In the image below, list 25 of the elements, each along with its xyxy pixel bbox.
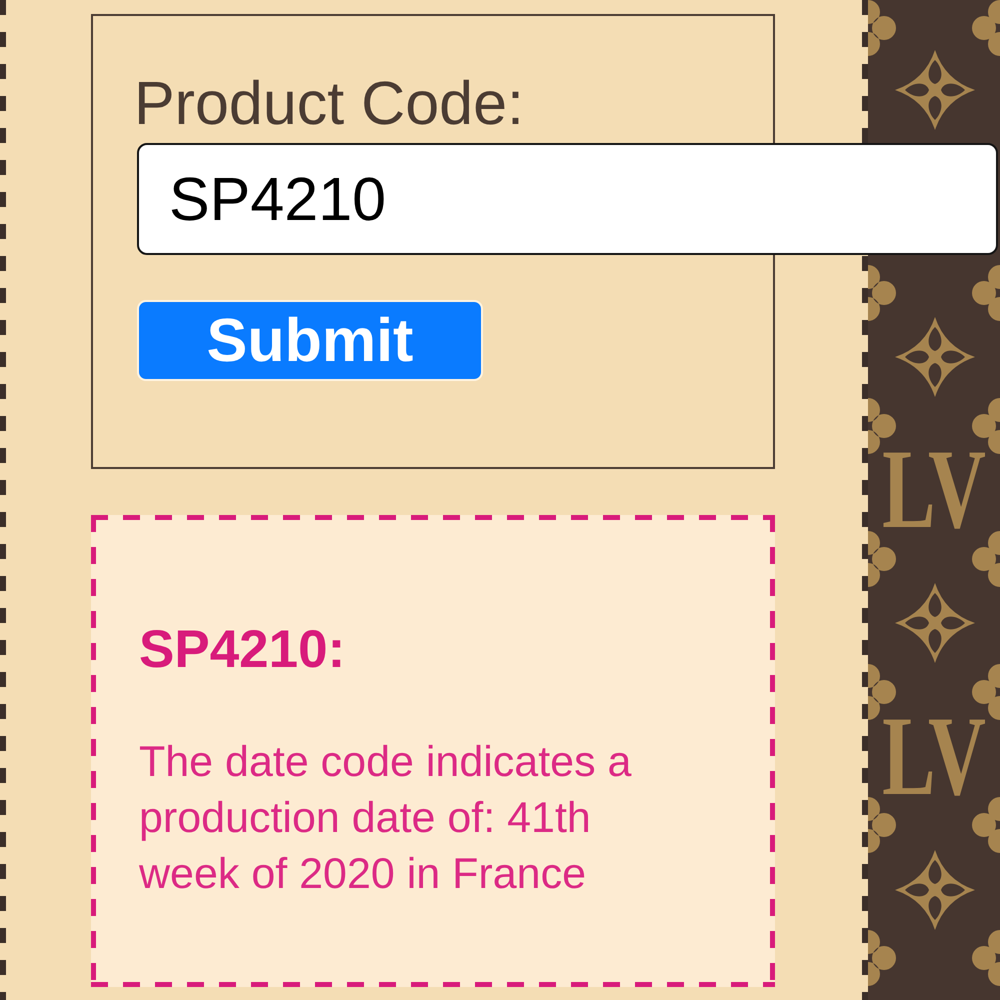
result-heading: SP4210: (139, 619, 346, 680)
star-flower-icon (895, 50, 975, 130)
flower-icon (972, 797, 1000, 853)
star-flower-icon (895, 317, 975, 397)
star-flower-icon (895, 850, 975, 930)
flower-icon (972, 531, 1000, 587)
flower-icon (972, 0, 1000, 56)
flower-icon (972, 664, 1000, 720)
monogram-text: LV (882, 450, 986, 530)
flower-icon (868, 930, 896, 986)
code-input-field[interactable]: SP4210 (137, 143, 998, 255)
flower-icon (972, 398, 1000, 454)
submit-button[interactable]: Submit (137, 300, 483, 381)
flower-icon (868, 398, 896, 454)
flower-icon (868, 531, 896, 587)
flower-icon (868, 0, 896, 56)
result-text: The date code indicates a production date of: 41th week of 2020 in France (139, 737, 632, 900)
flower-icon (868, 797, 896, 853)
flower-icon (868, 664, 896, 720)
monogram-text: LV (882, 717, 986, 797)
flower-icon (868, 265, 896, 321)
flower-icon (972, 930, 1000, 986)
flower-icon (972, 265, 1000, 321)
star-flower-icon (895, 583, 975, 663)
field-label: Product Code: (134, 68, 524, 138)
